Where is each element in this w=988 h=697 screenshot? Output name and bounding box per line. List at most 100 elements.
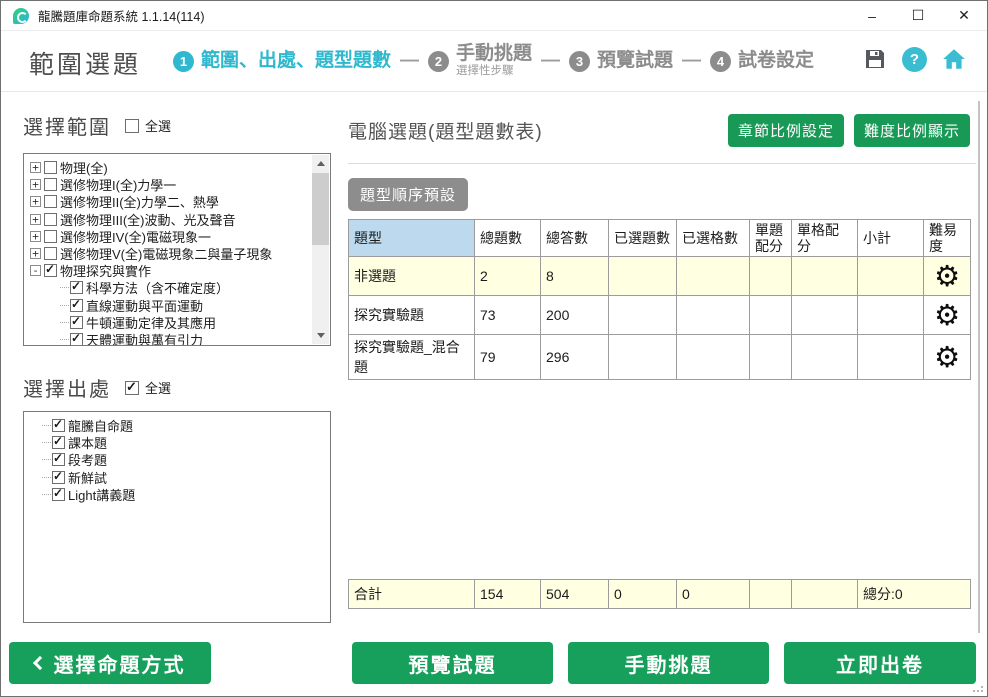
col-header-total-answers: 總答數 <box>541 220 609 257</box>
totals-score: 總分:0 <box>858 580 971 609</box>
panel-scrollbar-track[interactable] <box>978 101 980 633</box>
table-row: 探究實驗題_混合題 79 296 ⚙ <box>349 335 971 380</box>
tree-checkbox[interactable] <box>44 213 57 226</box>
tree-item[interactable]: 牛頓運動定律及其應用 <box>30 314 311 331</box>
step-2-sublabel: 選擇性步驟 <box>456 65 532 78</box>
cell-points-per-cell <box>792 257 858 296</box>
panel-divider <box>348 163 976 164</box>
cell-points-per-question <box>750 257 792 296</box>
expand-icon[interactable]: + <box>30 248 41 259</box>
step-2-circle: 2 <box>428 51 449 72</box>
tree-item[interactable]: 直線運動與平面運動 <box>30 297 311 314</box>
scope-select-all-checkbox[interactable] <box>125 119 139 133</box>
totals-points-per-question <box>750 580 792 609</box>
tree-checkbox[interactable] <box>70 281 83 294</box>
step-4-circle: 4 <box>710 51 731 72</box>
tree-checkbox[interactable] <box>44 161 57 174</box>
tree-checkbox[interactable] <box>70 333 83 346</box>
scrollbar-thumb[interactable] <box>312 173 329 245</box>
step-1-circle: 1 <box>173 51 194 72</box>
preview-questions-button[interactable]: 預覽試題 <box>352 642 553 684</box>
source-item[interactable]: Light講義題 <box>30 486 328 503</box>
close-button[interactable]: ✕ <box>941 1 987 30</box>
manual-pick-button[interactable]: 手動挑題 <box>568 642 769 684</box>
cell-selected-cells <box>677 257 750 296</box>
difficulty-ratio-button[interactable]: 難度比例顯示 <box>854 114 970 147</box>
step-3: 3 預覽試題 <box>569 51 673 72</box>
expand-icon[interactable]: + <box>30 196 41 207</box>
home-icon[interactable] <box>941 46 967 72</box>
source-checkbox[interactable] <box>52 436 65 449</box>
step-2: 2 手動挑題 選擇性步驟 <box>428 44 532 78</box>
col-header-points-per-cell: 單格配分 <box>792 220 858 257</box>
collapse-icon[interactable]: - <box>30 265 41 276</box>
back-to-mode-button[interactable]: 選擇命題方式 <box>9 642 211 684</box>
header-divider <box>1 91 987 92</box>
col-header-subtotal: 小計 <box>858 220 924 257</box>
help-icon[interactable]: ? <box>902 47 927 72</box>
difficulty-gear-icon[interactable]: ⚙ <box>934 298 960 332</box>
maximize-button[interactable]: ☐ <box>895 1 941 30</box>
source-item[interactable]: 新鮮試 <box>30 469 328 486</box>
minimize-button[interactable]: – <box>849 1 895 30</box>
cell-total-questions: 73 <box>475 296 541 335</box>
expand-icon[interactable]: + <box>30 162 41 173</box>
tree-item[interactable]: 天體運動與萬有引力 <box>30 331 311 346</box>
tree-checkbox[interactable] <box>44 247 57 260</box>
difficulty-gear-icon[interactable]: ⚙ <box>934 340 960 374</box>
tree-connector <box>42 494 51 495</box>
tree-checkbox[interactable] <box>44 230 57 243</box>
tree-checkbox[interactable] <box>70 299 83 312</box>
question-type-table: 題型 總題數 總答數 已選題數 已選格數 單題配分 單格配分 小計 難易度 非選… <box>348 219 971 380</box>
step-indicator: 1 範圍、出處、題型題數 — 2 手動挑題 選擇性步驟 — 3 預覽試題 — 4… <box>173 31 814 91</box>
cell-subtotal <box>858 257 924 296</box>
source-item[interactable]: 段考題 <box>30 451 328 468</box>
source-checkbox[interactable] <box>52 419 65 432</box>
step-1-label: 範圍、出處、題型題數 <box>201 51 391 72</box>
generate-exam-button[interactable]: 立即出卷 <box>784 642 976 684</box>
source-checkbox[interactable] <box>52 471 65 484</box>
tree-item[interactable]: + 選修物理III(全)波動、光及聲音 <box>30 211 311 228</box>
tree-item[interactable]: + 選修物理V(全)電磁現象二與量子現象 <box>30 245 311 262</box>
chapter-ratio-button[interactable]: 章節比例設定 <box>728 114 844 147</box>
source-checkbox[interactable] <box>52 488 65 501</box>
source-item[interactable]: 龍騰自命題 <box>30 417 328 434</box>
source-select-all-checkbox[interactable] <box>125 381 139 395</box>
tree-item[interactable]: 科學方法（含不確定度） <box>30 279 311 296</box>
source-section-header: 選擇出處 全選 <box>23 373 171 402</box>
scroll-up-icon[interactable] <box>312 155 329 172</box>
col-header-selected-cells: 已選格數 <box>677 220 750 257</box>
difficulty-gear-icon[interactable]: ⚙ <box>934 259 960 293</box>
tree-item[interactable]: + 選修物理II(全)力學二、熱學 <box>30 193 311 210</box>
resize-grip[interactable] <box>975 684 983 692</box>
tree-scrollbar[interactable] <box>312 155 329 344</box>
cell-type: 非選題 <box>349 257 475 296</box>
expand-icon[interactable]: + <box>30 231 41 242</box>
table-row: 非選題 2 8 ⚙ <box>349 257 971 296</box>
tree-item[interactable]: + 選修物理IV(全)電磁現象一 <box>30 228 311 245</box>
tree-checkbox[interactable] <box>44 178 57 191</box>
tree-item[interactable]: + 選修物理I(全)力學一 <box>30 176 311 193</box>
source-item[interactable]: 課本題 <box>30 434 328 451</box>
cell-type: 探究實驗題_混合題 <box>349 335 475 380</box>
step-dash: — <box>541 50 560 72</box>
tree-checkbox[interactable] <box>70 316 83 329</box>
step-3-circle: 3 <box>569 51 590 72</box>
tree-item[interactable]: + 物理(全) <box>30 159 311 176</box>
source-checkbox[interactable] <box>52 453 65 466</box>
save-icon[interactable] <box>862 46 888 72</box>
tree-checkbox[interactable] <box>44 195 57 208</box>
totals-total-questions: 154 <box>475 580 541 609</box>
tree-item[interactable]: - 物理探究與實作 <box>30 262 311 279</box>
window-title: 龍騰題庫命題系統 1.1.14(114) <box>38 6 204 25</box>
cell-selected-cells <box>677 296 750 335</box>
scroll-down-icon[interactable] <box>312 327 329 344</box>
expand-icon[interactable]: + <box>30 179 41 190</box>
tree-connector <box>42 477 51 478</box>
expand-icon[interactable]: + <box>30 214 41 225</box>
cell-total-answers: 8 <box>541 257 609 296</box>
tree-connector <box>42 442 51 443</box>
totals-total-answers: 504 <box>541 580 609 609</box>
tree-checkbox[interactable] <box>44 264 57 277</box>
question-order-preset-button[interactable]: 題型順序預設 <box>348 178 468 211</box>
